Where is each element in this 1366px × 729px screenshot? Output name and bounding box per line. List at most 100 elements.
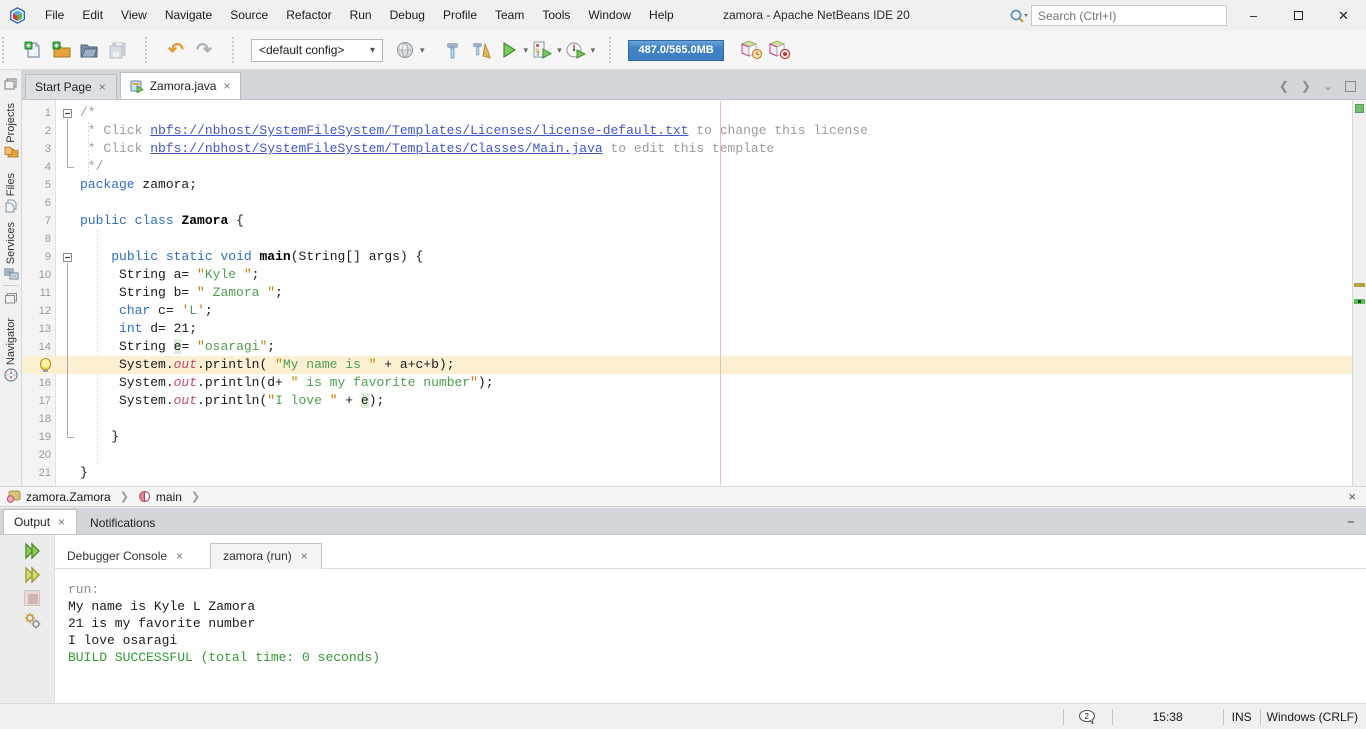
breadcrumb-method[interactable]: main — [138, 490, 182, 504]
close-tab-icon[interactable]: × — [98, 80, 107, 94]
output-console-text[interactable]: run:My name is Kyle L Zamora21 is my fav… — [55, 575, 1366, 703]
code-line-9: 9 public static void main(String[] args)… — [22, 248, 1352, 266]
sidebar-tab-projects[interactable]: Projects — [0, 103, 22, 159]
memory-usage-bar[interactable]: 487.0/565.0MB — [628, 40, 724, 61]
minimize-panel-icon[interactable]: – — [1347, 514, 1366, 534]
profile-stop-button[interactable] — [766, 36, 794, 64]
run-project-button[interactable] — [495, 36, 523, 64]
new-project-icon — [52, 41, 71, 59]
menu-file[interactable]: File — [36, 0, 73, 31]
breadcrumb-class[interactable]: zamora.Zamora — [6, 490, 111, 504]
undo-button[interactable]: ↶ — [162, 36, 190, 64]
fold-toggle-icon[interactable] — [63, 109, 72, 118]
menu-source[interactable]: Source — [221, 0, 277, 31]
menu-refactor[interactable]: Refactor — [277, 0, 340, 31]
close-tab-icon[interactable]: × — [57, 515, 66, 529]
code-line-6: 6 — [22, 194, 1352, 212]
titlebar: FileEditViewNavigateSourceRefactorRunDeb… — [0, 0, 1366, 31]
undo-icon: ↶ — [168, 41, 184, 60]
build-project-button[interactable] — [439, 36, 467, 64]
tab-list-dropdown-icon[interactable]: ⌄ — [1323, 79, 1333, 93]
clean-and-build-button[interactable] — [467, 36, 495, 64]
close-tab-icon[interactable]: × — [222, 79, 231, 93]
close-tab-icon[interactable]: × — [175, 549, 184, 563]
globe-button[interactable] — [391, 36, 419, 64]
menu-window[interactable]: Window — [579, 0, 640, 31]
menu-help[interactable]: Help — [640, 0, 683, 31]
close-button[interactable]: ✕ — [1321, 0, 1366, 31]
window-group-icon[interactable] — [5, 293, 17, 304]
restore-button[interactable] — [1276, 0, 1321, 31]
menu-tools[interactable]: Tools — [533, 0, 579, 31]
fold-toggle-icon[interactable] — [63, 253, 72, 262]
insert-mode-toggle[interactable]: INS — [1224, 710, 1260, 724]
sidebar-tab-navigator[interactable]: Navigator — [0, 318, 22, 382]
line-number: 1 — [22, 104, 56, 122]
notifications-balloon[interactable]: 2 — [1078, 709, 1098, 725]
editor-tabrow: Start Page × Zamora.java × ❮ ❯ ⌄ — [22, 70, 1366, 100]
rerun-stale-icon[interactable] — [24, 566, 42, 584]
editor-group-icon[interactable] — [4, 78, 17, 90]
tab-zamora-run[interactable]: zamora (run) × — [210, 543, 322, 569]
rerun-icon[interactable] — [24, 542, 42, 560]
profile-project-button[interactable] — [562, 36, 590, 64]
menu-view[interactable]: View — [112, 0, 156, 31]
tab-zamora-java[interactable]: Zamora.java × — [120, 72, 242, 99]
code-editor[interactable]: 1/*2 * Click nbfs://nbhost/SystemFileSys… — [22, 100, 1352, 482]
code-line-3: 3 * Click nbfs://nbhost/SystemFileSystem… — [22, 140, 1352, 158]
fold-column — [56, 230, 80, 248]
redo-button[interactable]: ↷ — [190, 36, 218, 64]
stripe-occurrence-mark[interactable] — [1354, 299, 1365, 304]
menu-run[interactable]: Run — [341, 0, 381, 31]
sidebar-tab-files[interactable]: Files — [0, 173, 22, 213]
sidebar-tab-label: Files — [5, 173, 17, 196]
minimize-button[interactable]: – — [1231, 0, 1276, 31]
tab-notifications[interactable]: Notifications — [80, 511, 165, 534]
output-settings-icon[interactable] — [24, 612, 42, 630]
new-file-button[interactable] — [19, 36, 47, 64]
search-icon[interactable] — [1008, 7, 1028, 25]
clean-build-icon — [471, 41, 491, 60]
output-line: run: — [68, 581, 1366, 598]
debug-dropdown-icon[interactable]: ▾ — [557, 45, 562, 56]
debug-project-button[interactable]: 3 — [528, 36, 556, 64]
line-number: 12 — [22, 302, 56, 320]
breadcrumb-close-icon[interactable]: × — [1348, 489, 1366, 504]
tab-label: Start Page — [35, 80, 92, 94]
menu-edit[interactable]: Edit — [73, 0, 112, 31]
menu-navigate[interactable]: Navigate — [156, 0, 221, 31]
line-number: 16 — [22, 374, 56, 392]
search-input[interactable] — [1031, 5, 1227, 26]
open-project-button[interactable] — [75, 36, 103, 64]
notification-bubble-icon: 2 — [1078, 709, 1098, 726]
menu-team[interactable]: Team — [486, 0, 533, 31]
strip-divider — [3, 285, 18, 286]
scroll-tabs-right-icon[interactable]: ❯ — [1301, 79, 1311, 93]
hint-lightbulb-icon[interactable] — [40, 358, 51, 370]
sidebar-tab-services[interactable]: Services — [0, 222, 22, 280]
config-select[interactable]: <default config> ▾ — [251, 39, 383, 62]
error-stripe[interactable] — [1352, 100, 1366, 486]
menu-debug[interactable]: Debug — [381, 0, 434, 31]
tab-output[interactable]: Output × — [3, 509, 77, 534]
line-number: 18 — [22, 410, 56, 428]
profile-dropdown-icon[interactable]: ▾ — [591, 45, 596, 56]
line-number: 9 — [22, 248, 56, 266]
globe-dropdown-icon[interactable]: ▾ — [420, 45, 425, 56]
profile-points-button[interactable] — [738, 36, 766, 64]
config-select-value: <default config> — [259, 43, 344, 57]
code-text: String a= "Kyle "; — [80, 266, 259, 284]
save-all-button[interactable] — [103, 36, 131, 64]
code-line-11: 11 String b= " Zamora "; — [22, 284, 1352, 302]
stop-icon[interactable] — [24, 590, 40, 606]
code-line-2: 2 * Click nbfs://nbhost/SystemFileSystem… — [22, 122, 1352, 140]
new-project-button[interactable] — [47, 36, 75, 64]
tab-start-page[interactable]: Start Page × — [25, 74, 117, 99]
stripe-hint-mark[interactable] — [1354, 283, 1365, 287]
line-ending-indicator[interactable]: Windows (CRLF) — [1261, 710, 1366, 724]
tab-debugger-console[interactable]: Debugger Console × — [55, 544, 196, 568]
scroll-tabs-left-icon[interactable]: ❮ — [1279, 79, 1289, 93]
maximize-editor-icon[interactable] — [1345, 81, 1356, 92]
close-tab-icon[interactable]: × — [300, 549, 309, 563]
menu-profile[interactable]: Profile — [434, 0, 486, 31]
